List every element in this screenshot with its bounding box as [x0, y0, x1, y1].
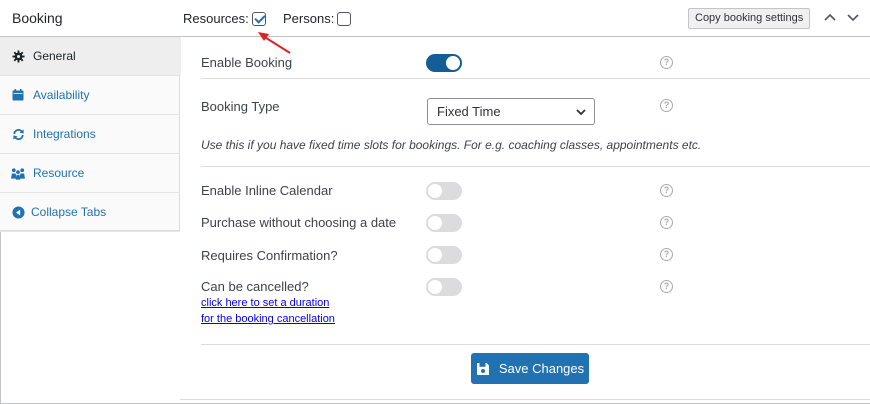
sidebar-item-availability[interactable]: Availability [0, 76, 180, 115]
help-icon[interactable]: ? [660, 56, 673, 69]
sidebar-item-label: Resource [33, 166, 85, 180]
collapse-left-icon [11, 205, 25, 219]
divider [201, 166, 870, 167]
save-changes-label: Save Changes [498, 361, 585, 376]
cancellation-duration-link-line2[interactable]: for the booking cancellation [201, 313, 335, 325]
divider [201, 344, 870, 345]
cancellation-duration-link[interactable]: click here to set a duration [201, 297, 329, 309]
help-icon[interactable]: ? [660, 216, 673, 229]
booking-type-select[interactable]: Fixed Time [427, 98, 595, 125]
resources-label: Resources: [183, 11, 249, 26]
resources-checkbox[interactable] [251, 11, 266, 26]
purchase-without-date-toggle[interactable] [426, 214, 462, 232]
bottom-divider [180, 399, 870, 400]
sidebar-item-collapse-tabs[interactable]: Collapse Tabs [0, 193, 180, 232]
requires-confirmation-label: Requires Confirmation? [201, 248, 338, 263]
resources-option[interactable]: Resources: [183, 11, 266, 26]
sidebar-item-label: Integrations [33, 127, 96, 141]
chevron-down-icon [576, 109, 586, 116]
inline-calendar-label: Enable Inline Calendar [201, 183, 333, 198]
sidebar-item-resource[interactable]: Resource [0, 154, 180, 193]
help-icon[interactable]: ? [660, 248, 673, 261]
help-icon[interactable]: ? [660, 280, 673, 293]
toggle-knob [428, 184, 442, 198]
toggle-knob [428, 280, 442, 294]
help-icon[interactable]: ? [660, 184, 673, 197]
people-icon [11, 166, 25, 180]
booking-type-value: Fixed Time [437, 104, 501, 119]
chevron-up-icon[interactable] [823, 10, 837, 24]
can-be-cancelled-toggle[interactable] [426, 278, 462, 296]
inline-calendar-toggle[interactable] [426, 182, 462, 200]
panel-header: Booking Resources: Persons: Copy booking… [0, 0, 870, 37]
chevron-down-icon[interactable] [846, 10, 860, 24]
divider [201, 78, 870, 79]
toggle-knob [446, 56, 460, 70]
toggle-knob [428, 248, 442, 262]
persons-label: Persons: [283, 11, 335, 26]
persons-option[interactable]: Persons: [283, 11, 352, 26]
save-disk-icon [476, 362, 489, 375]
sidebar-item-general[interactable]: General [0, 37, 181, 76]
can-be-cancelled-label: Can be cancelled? [201, 279, 309, 294]
toggle-knob [428, 216, 442, 230]
persons-checkbox[interactable] [337, 11, 352, 26]
help-icon[interactable]: ? [660, 99, 673, 112]
sidebar-item-label: General [33, 49, 76, 63]
sidebar-item-label: Availability [33, 88, 90, 102]
enable-booking-toggle[interactable] [426, 54, 462, 72]
sidebar-item-integrations[interactable]: Integrations [0, 115, 180, 154]
tabs-sidebar: General Availability Integrations Resour… [0, 37, 181, 232]
panel-title: Booking [12, 10, 63, 26]
calendar-icon [11, 88, 25, 102]
save-changes-button[interactable]: Save Changes [471, 353, 589, 384]
gear-icon [11, 49, 25, 63]
annotation-arrow [258, 32, 291, 54]
requires-confirmation-toggle[interactable] [426, 246, 462, 264]
enable-booking-label: Enable Booking [201, 55, 293, 70]
copy-booking-settings-button[interactable]: Copy booking settings [688, 8, 811, 29]
purchase-without-date-label: Purchase without choosing a date [201, 215, 397, 230]
sidebar-item-label: Collapse Tabs [31, 205, 107, 219]
booking-type-label: Booking Type [201, 99, 280, 114]
sync-icon [11, 127, 25, 141]
booking-type-hint: Use this if you have fixed time slots fo… [201, 138, 702, 152]
